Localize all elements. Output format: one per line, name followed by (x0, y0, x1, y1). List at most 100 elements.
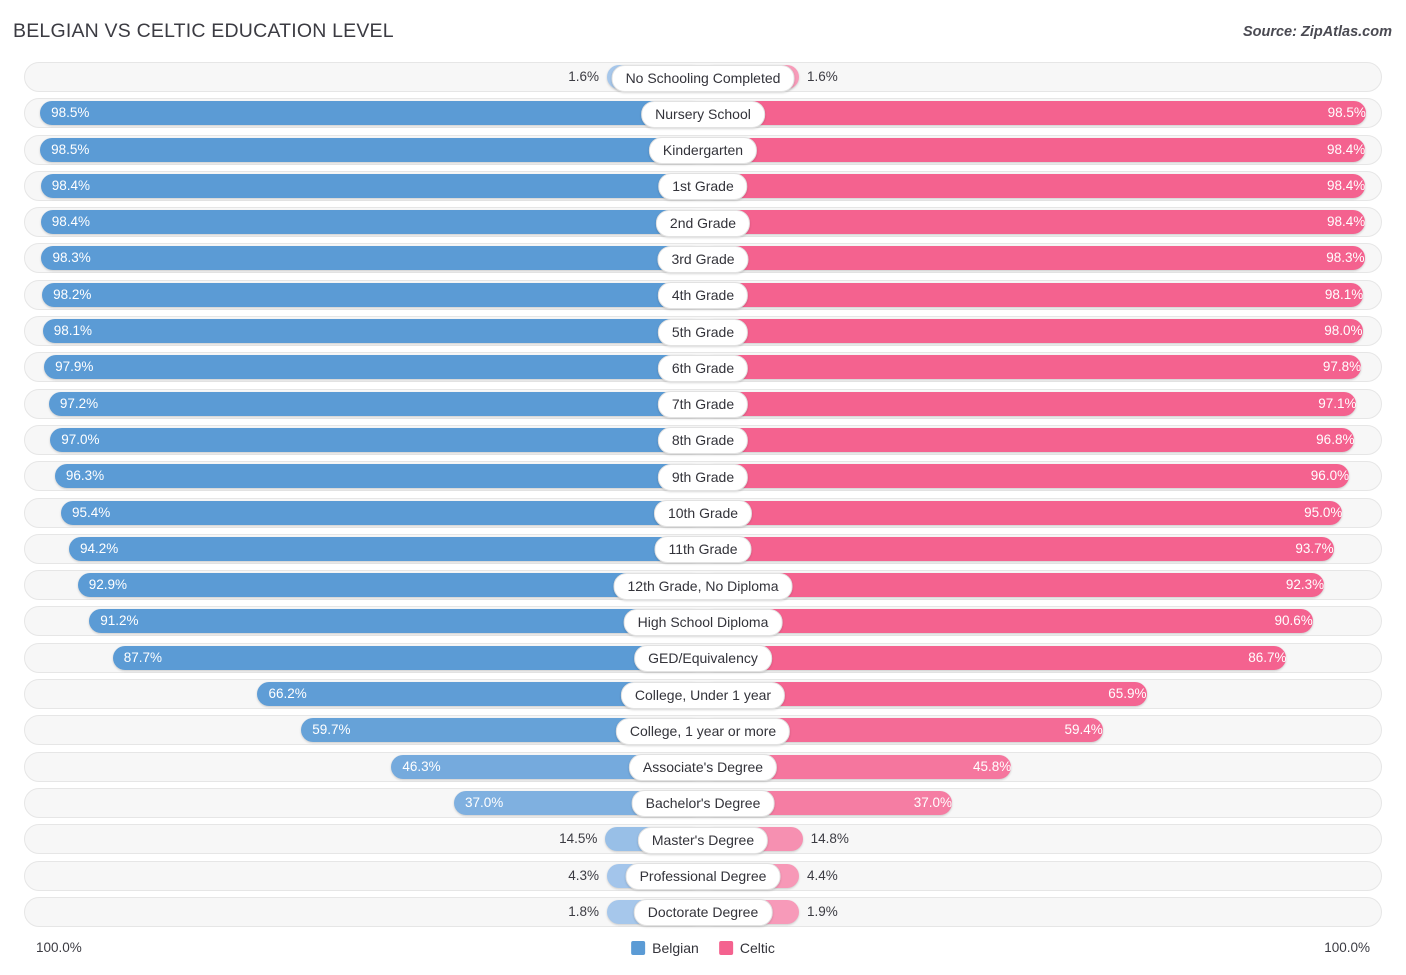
celtic-bar-area: 93.7% (703, 534, 1382, 564)
belgian-bar-area: 37.0% (24, 788, 703, 818)
belgian-value-label: 96.3% (65, 468, 105, 484)
belgian-bar[interactable] (112, 645, 703, 670)
chart-row: 96.3% 96.0% 9th Grade (0, 461, 1406, 492)
chart-footer: 100.0% 100.0% Belgian Celtic (0, 934, 1406, 975)
belgian-bar-area: 98.4% (24, 171, 703, 201)
category-label: Associate's Degree (628, 754, 778, 782)
category-label: 2nd Grade (655, 209, 751, 237)
chart-row: 98.4% 98.4% 2nd Grade (0, 207, 1406, 238)
belgian-bar-area: 1.6% (24, 62, 703, 92)
belgian-bar-area: 91.2% (24, 606, 703, 636)
celtic-bar-area: 98.3% (703, 243, 1382, 273)
belgian-bar[interactable] (69, 536, 703, 561)
category-label: 4th Grade (657, 282, 749, 310)
belgian-value-label: 1.6% (568, 69, 599, 84)
belgian-bar[interactable] (41, 246, 703, 271)
celtic-bar-area: 1.9% (703, 897, 1382, 927)
legend-swatch-icon (718, 941, 733, 955)
celtic-bar-area: 98.0% (703, 316, 1382, 346)
celtic-value-label: 1.6% (807, 69, 838, 84)
belgian-bar[interactable] (42, 282, 703, 307)
belgian-bar[interactable] (40, 173, 703, 198)
celtic-value-label: 95.0% (1304, 504, 1343, 520)
celtic-value-label: 96.8% (1316, 431, 1355, 447)
belgian-bar[interactable] (50, 427, 703, 452)
category-label: 11th Grade (654, 536, 752, 564)
belgian-bar-area: 94.2% (24, 534, 703, 564)
belgian-bar-area: 66.2% (24, 679, 703, 709)
belgian-value-label: 97.9% (55, 359, 94, 375)
celtic-bar-area: 98.5% (703, 98, 1382, 128)
belgian-value-label: 4.3% (568, 867, 599, 883)
celtic-bar-area: 97.8% (703, 352, 1382, 382)
category-label: Kindergarten (648, 137, 758, 165)
celtic-value-label: 86.7% (1248, 649, 1287, 665)
celtic-value-label: 14.8% (810, 831, 849, 847)
celtic-bar-area: 92.3% (703, 570, 1382, 600)
belgian-bar-area: 97.2% (24, 389, 703, 419)
celtic-value-label: 98.0% (1324, 323, 1363, 339)
celtic-value-label: 98.4% (1326, 141, 1366, 157)
category-label: Doctorate Degree (633, 899, 773, 927)
category-label: 8th Grade (657, 427, 749, 455)
belgian-bar-area: 95.4% (24, 498, 703, 528)
category-label: Professional Degree (625, 863, 781, 891)
chart-row: 87.7% 86.7% GED/Equivalency (0, 642, 1406, 673)
celtic-bar-area: 95.0% (703, 498, 1382, 528)
celtic-value-label: 98.4% (1326, 214, 1366, 230)
category-label: 12th Grade, No Diploma (613, 572, 793, 600)
chart-row: 14.5% 14.8% Master's Degree (0, 824, 1406, 855)
belgian-value-label: 95.4% (71, 504, 111, 520)
belgian-bar-area: 98.1% (24, 316, 703, 346)
diverging-bar-chart: 1.6% 1.6% No Schooling Completed 98.5% 98.5%… (0, 62, 1406, 934)
page-title: BELGIAN VS CELTIC EDUCATION LEVEL (13, 20, 394, 42)
belgian-value-label: 98.4% (51, 177, 91, 193)
chart-row: 98.4% 98.4% 1st Grade (0, 170, 1406, 201)
celtic-bar-area: 98.1% (703, 280, 1382, 310)
belgian-bar-area: 1.8% (24, 897, 703, 927)
chart-page: BELGIAN VS CELTIC EDUCATION LEVEL Source… (0, 0, 1406, 975)
belgian-bar[interactable] (40, 210, 703, 235)
belgian-bar[interactable] (77, 573, 703, 598)
category-label: Nursery School (641, 100, 765, 128)
category-label: College, Under 1 year (620, 681, 786, 709)
belgian-bar[interactable] (40, 101, 703, 126)
celtic-bar-area: 98.4% (703, 171, 1382, 201)
belgian-bar-area: 98.5% (24, 98, 703, 128)
belgian-bar-area: 59.7% (24, 715, 703, 745)
celtic-bar-area: 37.0% (703, 788, 1382, 818)
belgian-bar[interactable] (89, 609, 703, 634)
belgian-bar-area: 98.2% (24, 280, 703, 310)
category-label: 9th Grade (657, 463, 749, 491)
belgian-bar-area: 98.3% (24, 243, 703, 273)
celtic-value-label: 97.1% (1318, 395, 1357, 411)
celtic-value-label: 93.7% (1295, 540, 1334, 556)
chart-row: 92.9% 92.3% 12th Grade, No Diploma (0, 570, 1406, 601)
legend-item: Belgian (631, 940, 699, 956)
chart-row: 98.5% 98.5% Nursery School (0, 98, 1406, 129)
belgian-value-label: 98.3% (52, 250, 91, 266)
belgian-bar-area: 97.0% (24, 425, 703, 455)
category-label: College, 1 year or more (615, 717, 791, 745)
axis-label-left: 100.0% (36, 940, 82, 955)
chart-row: 97.0% 96.8% 8th Grade (0, 424, 1406, 455)
celtic-bar-area: 96.8% (703, 425, 1382, 455)
celtic-value-label: 90.6% (1274, 613, 1313, 629)
belgian-value-label: 98.4% (51, 214, 91, 230)
chart-row: 97.9% 97.8% 6th Grade (0, 352, 1406, 383)
belgian-bar[interactable] (48, 391, 703, 416)
chart-row: 4.3% 4.4% Professional Degree (0, 860, 1406, 891)
belgian-bar-area: 87.7% (24, 643, 703, 673)
belgian-bar-area: 14.5% (24, 824, 703, 854)
belgian-bar[interactable] (60, 500, 703, 525)
legend-label: Belgian (652, 940, 699, 956)
belgian-bar[interactable] (42, 319, 703, 344)
belgian-bar[interactable] (40, 137, 703, 162)
belgian-bar[interactable] (54, 464, 703, 489)
chart-row: 1.6% 1.6% No Schooling Completed (0, 62, 1406, 92)
celtic-bar-area: 14.8% (703, 824, 1382, 854)
belgian-bar[interactable] (44, 355, 703, 380)
belgian-value-label: 98.5% (51, 141, 90, 157)
chart-row: 59.7% 59.4% College, 1 year or more (0, 715, 1406, 746)
celtic-bar-area: 59.4% (703, 715, 1382, 745)
